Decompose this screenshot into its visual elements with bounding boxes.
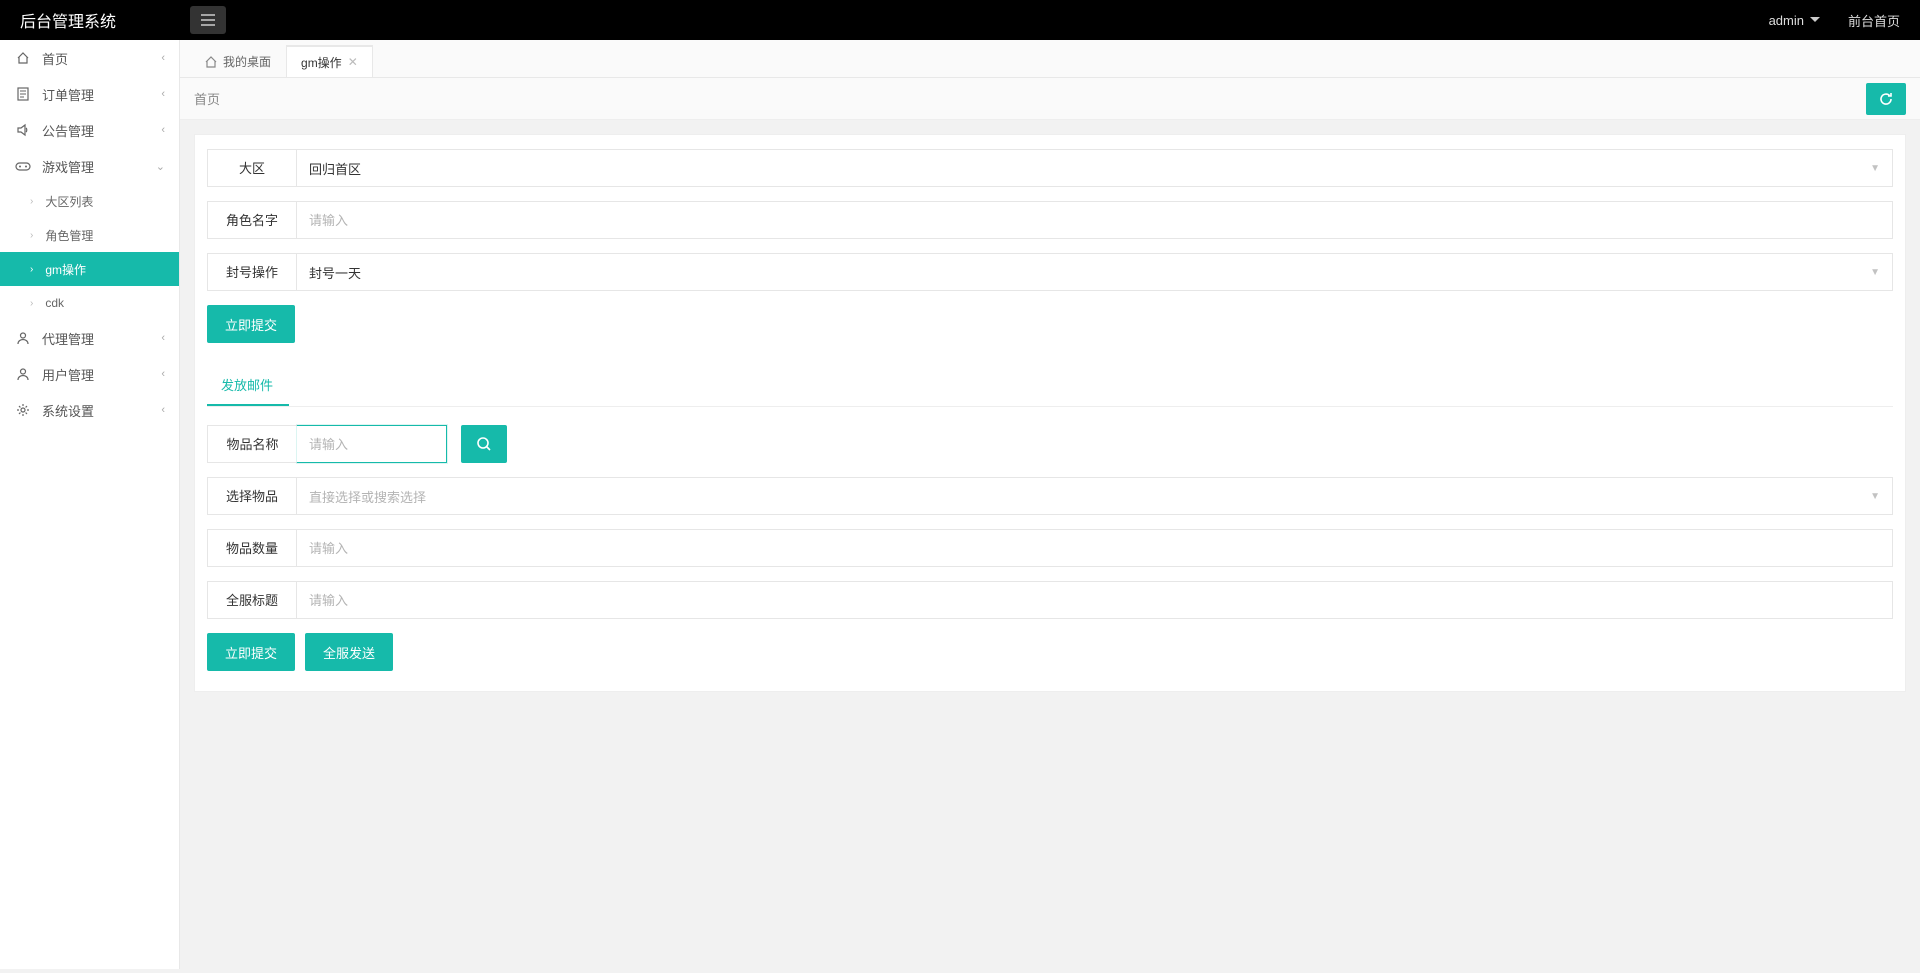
ban-label: 封号操作	[207, 253, 297, 291]
refresh-icon	[1878, 91, 1894, 107]
tab-send-mail[interactable]: 发放邮件	[207, 365, 289, 406]
sidebar-subitem-role-mgmt[interactable]: › 角色管理	[0, 218, 179, 252]
user-menu[interactable]: admin	[1769, 13, 1820, 28]
sidebar-item-agent[interactable]: 代理管理 ‹	[0, 320, 179, 356]
search-button[interactable]	[461, 425, 507, 463]
sidebar-subitem-label: 角色管理	[45, 227, 93, 244]
sidebar-item-game[interactable]: 游戏管理 ⌄	[0, 148, 179, 184]
sidebar-item-label: 系统设置	[42, 401, 161, 420]
tab-home[interactable]: 我的桌面	[190, 45, 286, 77]
region-select-value: 回归首区	[309, 159, 361, 178]
sidebar-subitem-label: 大区列表	[45, 193, 93, 210]
sidebar: 首页 ‹ 订单管理 ‹ 公告管理 ‹ 游戏管理 ⌄ › 大区列表 › 角色管理 …	[0, 40, 180, 969]
sidebar-item-label: 公告管理	[42, 121, 161, 140]
submit-button-2[interactable]: 立即提交	[207, 633, 295, 671]
sidebar-item-home[interactable]: 首页 ‹	[0, 40, 179, 76]
chevron-down-icon: ⌄	[156, 160, 165, 173]
chevron-right-icon: ›	[30, 264, 33, 275]
sidebar-subitem-label: cdk	[45, 296, 64, 310]
chevron-left-icon: ‹	[161, 124, 165, 136]
breadcrumb-bar: 首页	[180, 78, 1920, 120]
ban-select[interactable]: 封号一天 ▼	[297, 253, 1893, 291]
user-icon	[14, 367, 32, 381]
select-item-select[interactable]: 直接选择或搜索选择 ▼	[297, 477, 1893, 515]
front-home-link[interactable]: 前台首页	[1848, 11, 1900, 30]
search-icon	[476, 436, 492, 452]
chevron-left-icon: ‹	[161, 52, 165, 64]
role-row: 角色名字	[207, 201, 1893, 239]
chevron-right-icon: ›	[30, 298, 33, 309]
sidebar-item-label: 订单管理	[42, 85, 161, 104]
main-panel: 大区 回归首区 ▼ 角色名字 封号操作 封号一天 ▼ 立即提交	[194, 134, 1906, 692]
chevron-left-icon: ‹	[161, 368, 165, 380]
sidebar-item-label: 首页	[42, 49, 161, 68]
sidebar-item-label: 用户管理	[42, 365, 161, 384]
sidebar-item-settings[interactable]: 系统设置 ‹	[0, 392, 179, 428]
role-input[interactable]	[297, 201, 1893, 239]
caret-down-icon: ▼	[1870, 491, 1880, 502]
region-label: 大区	[207, 149, 297, 187]
sidebar-item-announce[interactable]: 公告管理 ‹	[0, 112, 179, 148]
user-name: admin	[1769, 13, 1804, 28]
tab-gm-ops[interactable]: gm操作 ✕	[286, 45, 373, 77]
brand-title: 后台管理系统	[0, 8, 180, 32]
item-name-row: 物品名称	[207, 425, 1893, 463]
tab-label: gm操作	[301, 54, 342, 71]
home-icon	[14, 51, 32, 65]
sidebar-subitem-label: gm操作	[45, 261, 86, 278]
menu-icon	[201, 14, 215, 26]
item-name-label: 物品名称	[207, 425, 297, 463]
breadcrumb: 首页	[194, 89, 1866, 108]
section-tabs: 发放邮件	[207, 365, 1893, 407]
chevron-left-icon: ‹	[161, 332, 165, 344]
caret-down-icon	[1810, 17, 1820, 23]
sidebar-item-label: 游戏管理	[42, 157, 156, 176]
document-icon	[14, 87, 32, 101]
item-qty-input[interactable]	[297, 529, 1893, 567]
chevron-right-icon: ›	[30, 196, 33, 207]
caret-down-icon: ▼	[1870, 267, 1880, 278]
item-qty-label: 物品数量	[207, 529, 297, 567]
content-area: 我的桌面 gm操作 ✕ 首页 大区 回归首区 ▼ 角色名字	[180, 40, 1920, 969]
select-item-placeholder: 直接选择或搜索选择	[309, 487, 426, 506]
caret-down-icon: ▼	[1870, 163, 1880, 174]
user-icon	[14, 331, 32, 345]
title-label: 全服标题	[207, 581, 297, 619]
select-item-row: 选择物品 直接选择或搜索选择 ▼	[207, 477, 1893, 515]
region-row: 大区 回归首区 ▼	[207, 149, 1893, 187]
region-select[interactable]: 回归首区 ▼	[297, 149, 1893, 187]
close-icon[interactable]: ✕	[348, 55, 358, 69]
sidebar-subitem-gm-ops[interactable]: › gm操作	[0, 252, 179, 286]
sidebar-subitem-cdk[interactable]: › cdk	[0, 286, 179, 320]
speaker-icon	[14, 123, 32, 137]
topbar-right: admin 前台首页	[1769, 11, 1920, 30]
sidebar-toggle-button[interactable]	[190, 6, 226, 34]
title-row: 全服标题	[207, 581, 1893, 619]
chevron-left-icon: ‹	[161, 88, 165, 100]
game-icon	[14, 159, 32, 173]
ban-row: 封号操作 封号一天 ▼	[207, 253, 1893, 291]
ban-select-value: 封号一天	[309, 263, 361, 282]
tab-label: 我的桌面	[223, 53, 271, 70]
sidebar-item-label: 代理管理	[42, 329, 161, 348]
select-item-label: 选择物品	[207, 477, 297, 515]
tabs-bar: 我的桌面 gm操作 ✕	[180, 40, 1920, 78]
send-all-button[interactable]: 全服发送	[305, 633, 393, 671]
chevron-left-icon: ‹	[161, 404, 165, 416]
item-qty-row: 物品数量	[207, 529, 1893, 567]
gear-icon	[14, 403, 32, 417]
sidebar-item-user[interactable]: 用户管理 ‹	[0, 356, 179, 392]
refresh-button[interactable]	[1866, 83, 1906, 115]
role-label: 角色名字	[207, 201, 297, 239]
sidebar-subitem-region-list[interactable]: › 大区列表	[0, 184, 179, 218]
title-input[interactable]	[297, 581, 1893, 619]
sidebar-item-orders[interactable]: 订单管理 ‹	[0, 76, 179, 112]
item-name-input[interactable]	[297, 425, 447, 463]
chevron-right-icon: ›	[30, 230, 33, 241]
submit-button-1[interactable]: 立即提交	[207, 305, 295, 343]
topbar: 后台管理系统 admin 前台首页	[0, 0, 1920, 40]
home-icon	[205, 56, 217, 68]
